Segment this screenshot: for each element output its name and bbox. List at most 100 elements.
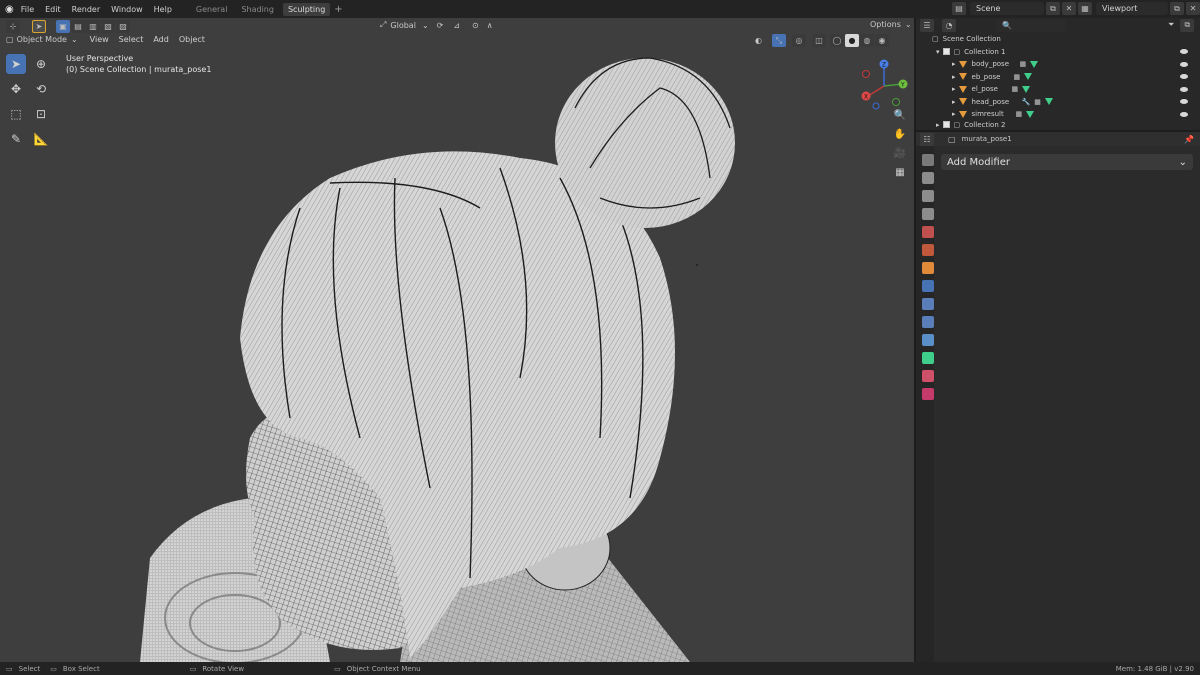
collection-2-checkbox[interactable] [942,121,950,128]
physics-tab-icon[interactable] [922,316,934,328]
pin-icon[interactable]: 📌 [1184,135,1194,144]
xray-icon[interactable]: ◫ [811,34,826,47]
add-modifier-button[interactable]: Add Modifier ⌄ [941,154,1193,170]
select-tool-icon[interactable]: ➤ [32,19,46,33]
rotate-tool[interactable]: ⟲ [31,79,51,99]
object-tab-icon[interactable] [922,262,934,274]
expand-chevron-icon[interactable]: ▸ [952,110,956,118]
menu-edit[interactable]: Edit [45,5,61,14]
ortho-grid-icon[interactable]: ▦ [891,163,909,181]
material-shading-icon[interactable]: ◍ [859,34,874,47]
menu-view[interactable]: View [90,35,109,44]
eye-icon[interactable] [1180,74,1188,80]
select-mode-subtract-icon[interactable]: ▥ [86,19,100,33]
outliner-object-eb_pose[interactable]: ▸ eb_pose ▦ [922,71,1194,84]
outliner-editor-icon[interactable]: ☰ [920,18,934,32]
eye-icon[interactable] [1180,49,1188,55]
delete-view-layer-icon[interactable]: ✕ [1186,2,1200,15]
scene-icon[interactable]: ▤ [952,2,966,15]
world-tab-icon[interactable] [922,244,934,256]
eye-icon[interactable] [1180,99,1188,105]
outliner-scene-collection[interactable]: ▢ Scene Collection [922,33,1194,46]
proportional-edit-icon[interactable]: ⊙ [472,21,479,30]
scene-field[interactable]: Scene [970,2,1044,15]
outliner-search-input[interactable]: 🔍 [996,18,1066,32]
falloff-icon[interactable]: ∧ [487,21,493,30]
render-tab-icon[interactable] [922,172,934,184]
orientation-dropdown[interactable]: Global [390,21,416,30]
menu-help[interactable]: Help [154,5,172,14]
eye-icon[interactable] [1180,111,1188,117]
filter-icon[interactable]: ⏷ [1168,20,1174,30]
gizmo-icon[interactable]: ⤡ [771,34,786,47]
pan-hand-icon[interactable]: ✋ [891,125,909,143]
outliner-collection-2[interactable]: ▸ ▢ Collection 2 [922,121,1194,129]
constraints-tab-icon[interactable] [922,334,934,346]
options-menu[interactable]: Options ⌄ [870,20,912,29]
outliner-collection-1[interactable]: ▾ ▢ Collection 1 [922,46,1194,59]
expand-chevron-icon[interactable]: ▾ [936,48,940,56]
overlay-icon[interactable]: ◎ [791,34,806,47]
cursor-tool[interactable]: ⊕ [31,54,51,74]
display-mode-icon[interactable]: ◔ [942,18,956,32]
tab-sculpting[interactable]: Sculpting [282,2,331,16]
eye-icon[interactable] [1180,61,1188,67]
menu-add[interactable]: Add [153,35,169,44]
mesh-data-tab-icon[interactable] [922,352,934,364]
scene-tab-icon[interactable] [922,226,934,238]
eye-icon[interactable] [1180,86,1188,92]
solid-shading-icon[interactable]: ● [844,34,859,47]
expand-chevron-icon[interactable]: ▸ [952,98,956,106]
menu-window[interactable]: Window [111,5,143,14]
zoom-icon[interactable]: 🔍 [891,106,909,124]
navigation-gizmo[interactable]: Y Z X [856,56,912,112]
properties-editor-icon[interactable]: ☷ [920,132,934,146]
tab-general[interactable]: General [191,3,233,16]
3d-viewport[interactable]: ⊹ ➤ ▣ ▤ ▥ ▧ ▨ ⤢ Global ⌄ ⟳ ⊿ ⊙ ∧ Options… [0,18,914,662]
chevron-down-icon[interactable]: ⌄ [422,21,429,30]
modifier-wrench-icon[interactable] [922,280,934,292]
pivot-icon[interactable]: ⟳ [437,21,444,30]
new-view-layer-icon[interactable]: ⧉ [1170,2,1184,15]
transform-tool[interactable]: ⊡ [31,104,51,124]
select-mode-extend-icon[interactable]: ▤ [71,19,85,33]
collection-1-checkbox[interactable] [942,48,950,56]
menu-select[interactable]: Select [119,35,144,44]
options-label[interactable]: Options [870,20,901,29]
annotate-tool[interactable]: ✎ [6,129,26,149]
mode-dropdown[interactable]: Object Mode [17,35,67,44]
move-tool[interactable]: ✥ [6,79,26,99]
view-layer-tab-icon[interactable] [922,208,934,220]
menu-render[interactable]: Render [72,5,100,14]
expand-chevron-icon[interactable]: ▸ [952,73,956,81]
material-tab-icon[interactable] [922,370,934,382]
tool-tab-icon[interactable] [922,154,934,166]
new-scene-icon[interactable]: ⧉ [1046,2,1060,15]
measure-tool[interactable]: 📐 [31,129,51,149]
view-layer-icon[interactable]: ▦ [1078,2,1092,15]
blender-logo-icon[interactable]: ◉ [5,4,14,15]
select-box-tool[interactable]: ➤ [6,54,26,74]
select-mode-new-icon[interactable]: ▣ [56,19,70,33]
snap-icon[interactable]: ⊿ [453,21,460,30]
select-mode-intersect-icon[interactable]: ▨ [116,19,130,33]
tab-shading[interactable]: Shading [236,3,279,16]
particles-tab-icon[interactable] [922,298,934,310]
outliner-object-head_pose[interactable]: ▸ head_pose 🔧 ▦ [922,96,1194,109]
outliner-object-body_pose[interactable]: ▸ body_pose ▦ [922,58,1194,71]
delete-scene-icon[interactable]: ✕ [1062,2,1076,15]
new-collection-icon[interactable]: ⧉ [1180,18,1195,32]
chevron-down-icon[interactable]: ⌄ [71,35,78,44]
camera-icon[interactable]: 🎥 [891,144,909,162]
wireframe-shading-icon[interactable]: ◯ [829,34,844,47]
visibility-icon[interactable]: ◐ [755,36,762,45]
expand-chevron-icon[interactable]: ▸ [952,60,956,68]
select-mode-invert-icon[interactable]: ▧ [101,19,115,33]
scale-tool[interactable]: ⬚ [6,104,26,124]
expand-chevron-icon[interactable]: ▸ [936,121,940,129]
texture-tab-icon[interactable] [922,388,934,400]
outliner-object-simresult[interactable]: ▸ simresult ▦ [922,108,1194,121]
menu-file[interactable]: File [21,5,34,14]
expand-chevron-icon[interactable]: ▸ [952,85,956,93]
menu-object[interactable]: Object [179,35,205,44]
